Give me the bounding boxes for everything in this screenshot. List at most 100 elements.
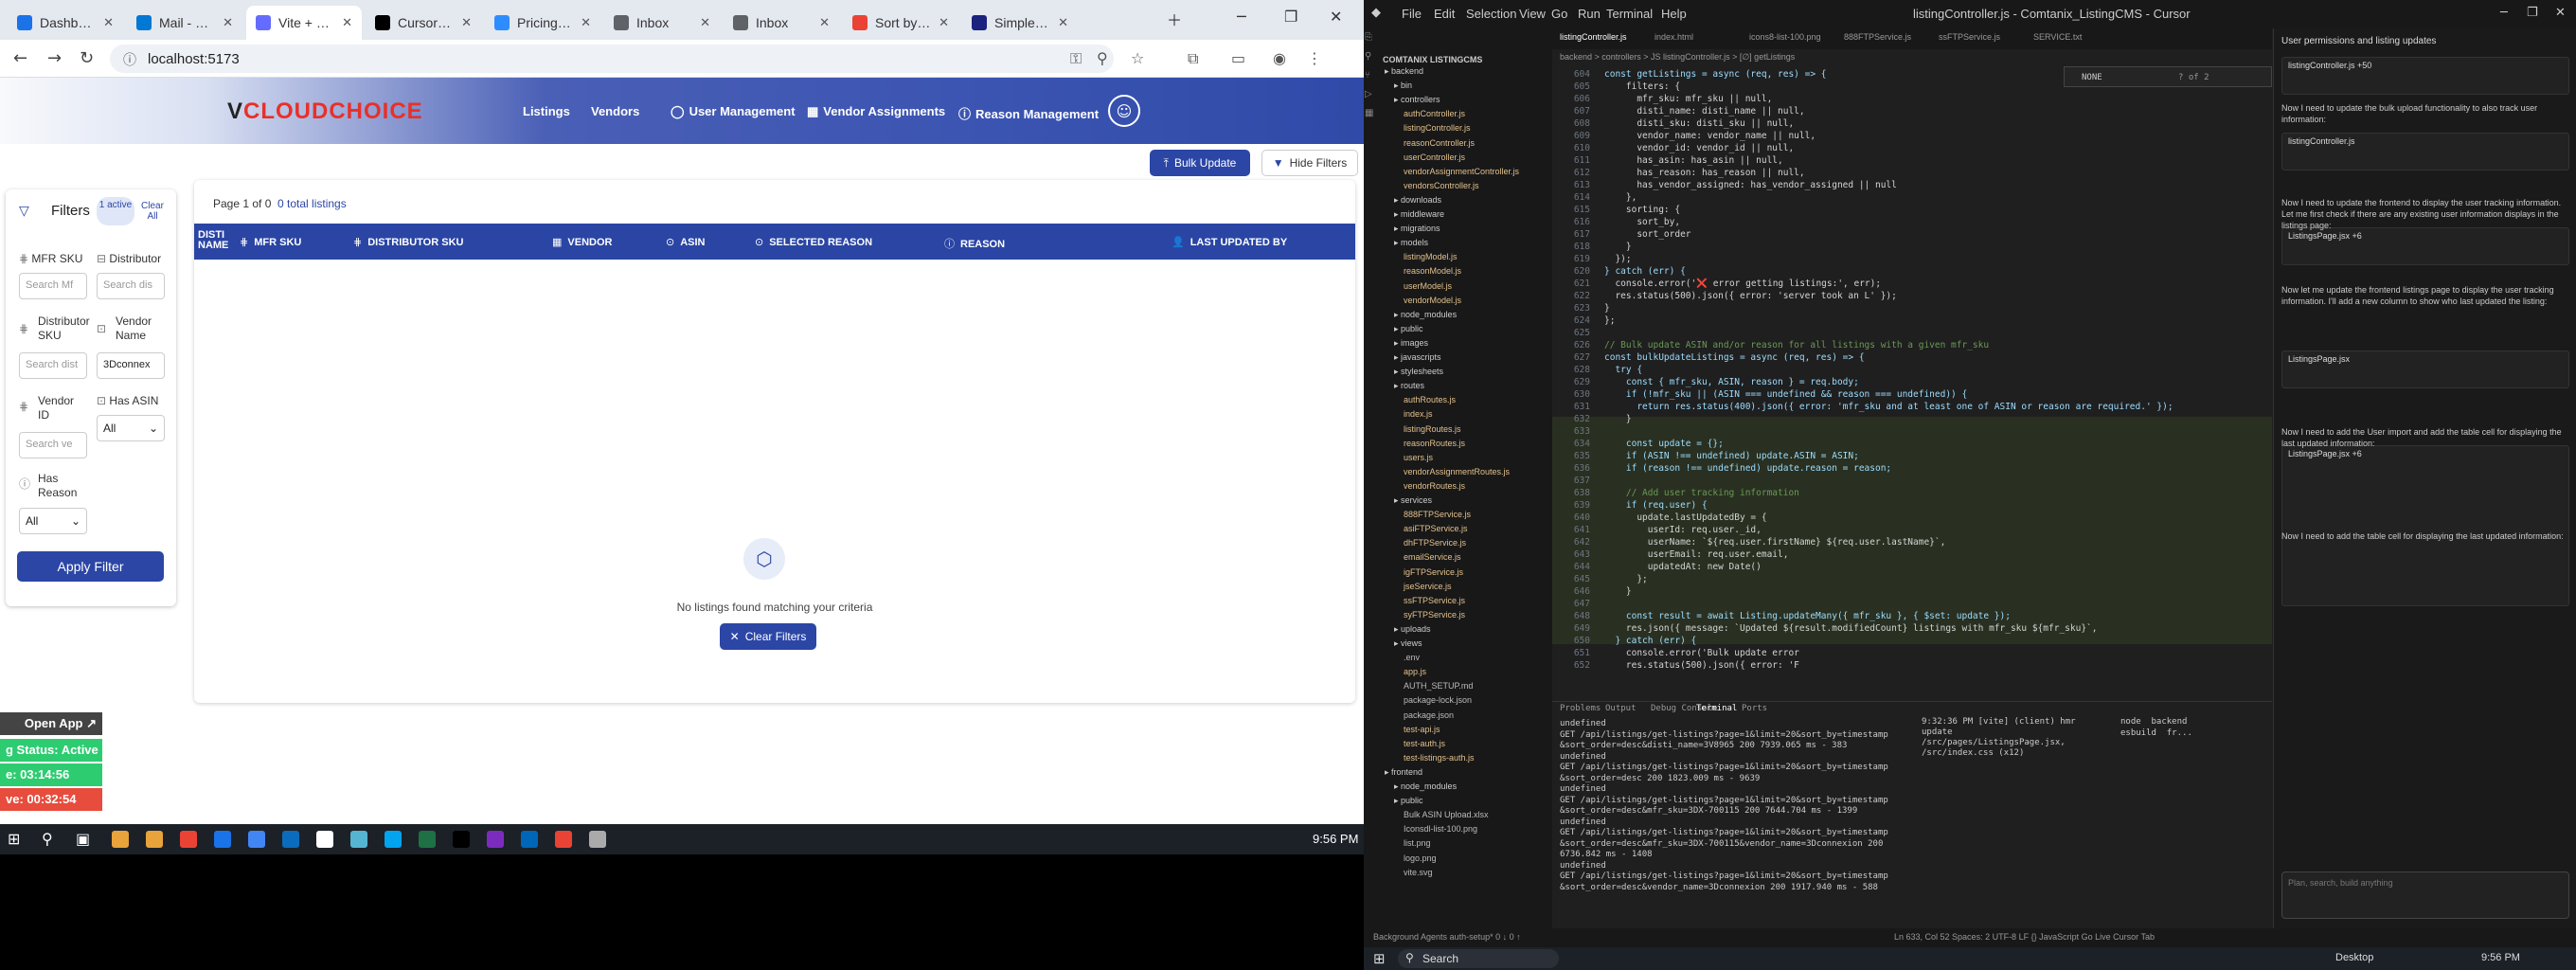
taskbar-app-icon[interactable] — [180, 831, 197, 848]
code-diff-card[interactable]: ListingsPage.jsx +6 — [2281, 227, 2569, 265]
activity-icon[interactable]: ⚲ — [1365, 51, 1371, 62]
browser-tab[interactable]: Pricing Ch...✕ — [485, 6, 600, 40]
open-app-button[interactable]: Open App ↗ — [0, 712, 102, 735]
file-item[interactable]: package-lock.json — [1404, 695, 1472, 705]
activity-icon[interactable]: ⎘ — [1365, 32, 1372, 43]
extensions-icon[interactable]: ⧉ — [1188, 49, 1198, 68]
taskbar-app-icon[interactable] — [385, 831, 402, 848]
tab-close-icon[interactable]: ✕ — [454, 15, 472, 30]
browser-tab[interactable]: Vite + Rea...✕ — [246, 6, 362, 40]
bulk-update-button[interactable]: ⤒ Bulk Update — [1150, 150, 1250, 176]
find-input[interactable]: NONE — [2082, 72, 2102, 84]
search-icon[interactable]: ⚲ — [42, 830, 53, 848]
editor-tab[interactable]: SERVICE.txt — [2033, 32, 2082, 42]
file-item[interactable]: igFTPService.js — [1404, 567, 1463, 577]
file-item[interactable]: vendorAssignmentRoutes.js — [1404, 467, 1510, 476]
file-item[interactable]: app.js — [1404, 667, 1426, 676]
tab-close-icon[interactable]: ✕ — [692, 15, 710, 30]
menu-file[interactable]: File — [1402, 7, 1422, 21]
nav-link[interactable]: ⓘ Reason Management — [958, 104, 1099, 122]
file-item[interactable]: test-api.js — [1404, 725, 1440, 734]
folder-item[interactable]: ▸ views — [1394, 638, 1422, 649]
close-window-icon[interactable]: ✕ — [1330, 8, 1342, 26]
table-column-header[interactable]: ⊙ SELECTED REASON — [755, 236, 872, 248]
has-asin-select[interactable]: All ⌄ — [97, 415, 165, 441]
nav-link[interactable]: ▦ Vendor Assignments — [807, 104, 945, 119]
taskbar-app-icon[interactable] — [248, 831, 265, 848]
folder-item[interactable]: ▸ services — [1394, 495, 1432, 506]
taskbar-app-icon[interactable] — [521, 831, 538, 848]
taskbar-app-icon[interactable] — [555, 831, 572, 848]
git-status[interactable]: Background Agents auth-setup* 0 ↓ 0 ↑ — [1373, 932, 1521, 942]
sidebar-icon[interactable]: ▭ — [1231, 49, 1245, 67]
file-item[interactable]: syFTPService.js — [1404, 610, 1465, 620]
tab-close-icon[interactable]: ✕ — [1050, 15, 1068, 30]
tab-close-icon[interactable]: ✕ — [931, 15, 949, 30]
file-item[interactable]: users.js — [1404, 453, 1433, 462]
profile-icon[interactable]: ◉ — [1273, 49, 1286, 67]
user-avatar-icon[interactable]: ☺ — [1108, 95, 1140, 127]
table-column-header[interactable]: ⓘ REASON — [944, 236, 1005, 251]
file-item[interactable]: vendorAssignmentController.js — [1404, 167, 1519, 176]
menu-go[interactable]: Go — [1551, 7, 1567, 21]
password-icon[interactable]: ⚿ — [1070, 49, 1082, 68]
file-item[interactable]: emailService.js — [1404, 552, 1461, 562]
mfr-sku-input[interactable]: Search Mf — [19, 273, 87, 299]
folder-item[interactable]: ▸ uploads — [1394, 624, 1431, 635]
taskbar-app-icon[interactable] — [214, 831, 231, 848]
menu-selection[interactable]: Selection — [1466, 7, 1516, 21]
file-item[interactable]: authRoutes.js — [1404, 395, 1456, 404]
file-item[interactable]: reasonModel.js — [1404, 266, 1461, 276]
browser-tab[interactable]: Mail - Has...✕ — [127, 6, 242, 40]
panel-tab[interactable]: Ports — [1742, 704, 1767, 713]
folder-item[interactable]: ▸ javascripts — [1394, 352, 1441, 363]
nav-link[interactable]: ◯ User Management — [671, 104, 796, 119]
clear-all-link[interactable]: Clear All — [138, 201, 167, 222]
tab-close-icon[interactable]: ✕ — [96, 15, 114, 30]
back-icon[interactable]: ← — [13, 48, 27, 68]
folder-item[interactable]: ▸ controllers — [1394, 95, 1440, 105]
vendor-id-input[interactable]: Search ve — [19, 432, 87, 458]
file-item[interactable]: AUTH_SETUP.md — [1404, 681, 1473, 691]
browser-tab[interactable]: Inbox ✕ — [604, 6, 720, 40]
editor-tab[interactable]: icons8-list-100.png — [1749, 32, 1821, 42]
windows-start-icon[interactable]: ⊞ — [1373, 950, 1386, 967]
table-column-header[interactable]: DISTI NAME — [198, 230, 232, 251]
tab-close-icon[interactable]: ✕ — [334, 15, 352, 30]
folder-item[interactable]: ▸ migrations — [1394, 224, 1440, 234]
file-item[interactable]: asiFTPService.js — [1404, 524, 1468, 533]
maximize-icon[interactable]: ❐ — [2527, 6, 2538, 20]
file-item[interactable]: listingController.js — [1404, 123, 1471, 133]
taskbar-app-icon[interactable] — [589, 831, 606, 848]
editor-tab[interactable]: ssFTPService.js — [1939, 32, 2000, 42]
find-widget[interactable]: NONE ? of 2 — [2064, 66, 2272, 87]
reload-icon[interactable]: ↻ — [80, 48, 94, 68]
menu-run[interactable]: Run — [1578, 7, 1601, 21]
file-item[interactable]: Bulk ASIN Upload.xlsx — [1404, 810, 1489, 819]
taskbar-app-icon[interactable] — [112, 831, 129, 848]
file-item[interactable]: vite.svg — [1404, 868, 1433, 877]
menu-edit[interactable]: Edit — [1434, 7, 1455, 21]
folder-item[interactable]: ▸ frontend — [1385, 767, 1422, 778]
apply-filter-button[interactable]: Apply Filter — [17, 551, 164, 582]
menu-view[interactable]: View — [1519, 7, 1546, 21]
browser-tab[interactable]: Cursor - Th...✕ — [366, 6, 481, 40]
nav-link[interactable]: Vendors — [591, 104, 639, 118]
browser-tab[interactable]: Sort by ve...✕ — [843, 6, 958, 40]
taskbar-app-icon[interactable] — [453, 831, 470, 848]
cloudchoice-logo[interactable]: VCLOUDCHOICE — [227, 99, 423, 125]
folder-item[interactable]: ▸ models — [1394, 238, 1428, 248]
chrome-menu-icon[interactable]: ⋮ — [1307, 49, 1322, 67]
nav-link[interactable]: Listings — [523, 104, 570, 118]
taskbar-app-icon[interactable] — [146, 831, 163, 848]
panel-tab[interactable]: Output — [1605, 704, 1637, 713]
table-column-header[interactable]: ⋕ MFR SKU — [240, 236, 301, 248]
file-item[interactable]: listingRoutes.js — [1404, 424, 1461, 434]
file-item[interactable]: listingModel.js — [1404, 252, 1458, 261]
code-editor[interactable]: backend > controllers > JS listingContro… — [1552, 49, 2272, 701]
maximize-icon[interactable]: ❐ — [1284, 8, 1297, 26]
folder-item[interactable]: ▸ bin — [1394, 81, 1412, 91]
file-item[interactable]: reasonController.js — [1404, 138, 1475, 148]
code-diff-card[interactable]: listingController.js +50 — [2281, 57, 2569, 95]
minimize-icon[interactable]: ─ — [1237, 8, 1246, 26]
